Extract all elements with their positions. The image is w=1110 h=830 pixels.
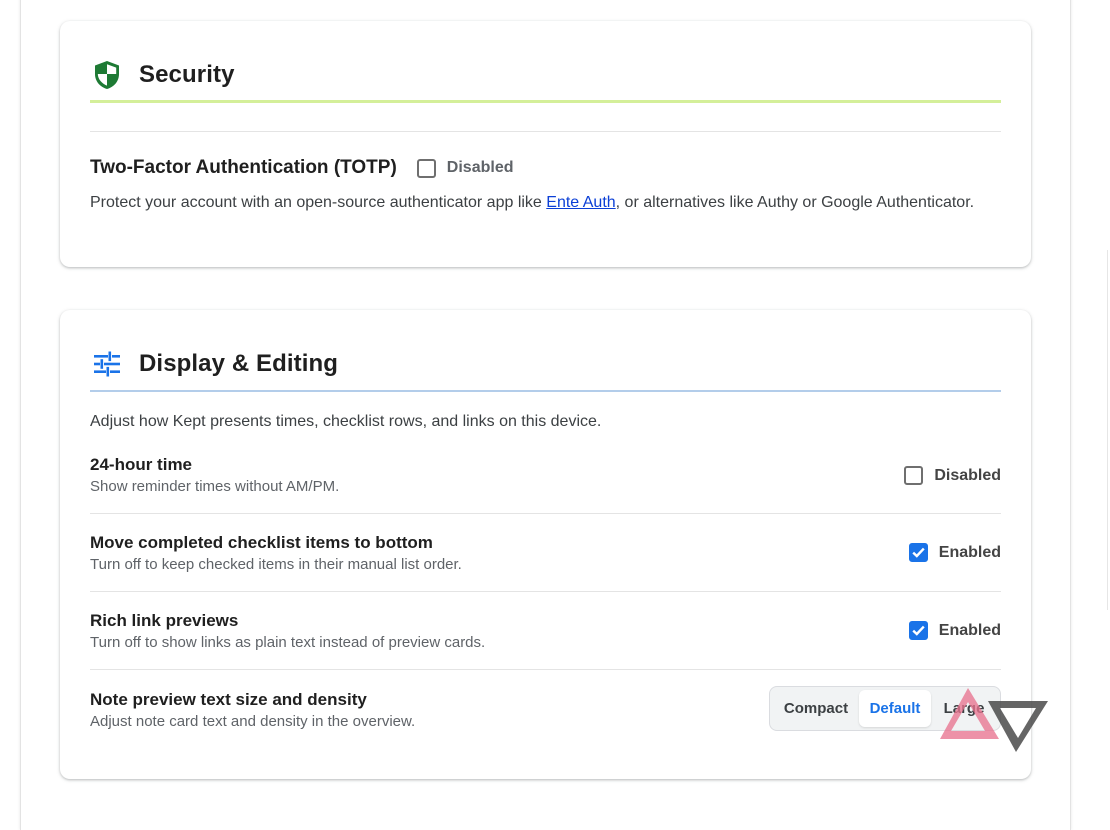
ente-auth-link[interactable]: Ente Auth [546, 194, 615, 211]
setting-24-hour-time: 24-hour time Show reminder times without… [90, 436, 1001, 514]
display-editing-card: Display & Editing Adjust how Kept presen… [60, 310, 1031, 779]
scroll-edge [1107, 250, 1108, 610]
security-header: Security [90, 49, 1001, 103]
state-label: Enabled [938, 543, 1001, 561]
divider [90, 131, 1001, 132]
setting-note-density: Note preview text size and density Adjus… [90, 670, 1001, 748]
setting-subtitle: Adjust note card text and density in the… [90, 713, 416, 730]
rich-link-previews-checkbox[interactable] [908, 621, 928, 640]
move-completed-checkbox[interactable] [908, 543, 928, 562]
totp-row: Two-Factor Authentication (TOTP) Disable… [90, 157, 513, 179]
tune-sliders-icon [90, 347, 124, 381]
24-hour-time-checkbox[interactable] [904, 466, 924, 485]
setting-control: Enabled [908, 543, 1001, 562]
setting-control: Disabled [904, 466, 1001, 485]
setting-title: Rich link previews [90, 611, 239, 630]
state-label: Enabled [938, 621, 1001, 639]
setting-subtitle: Show reminder times without AM/PM. [90, 478, 340, 495]
shield-icon [90, 58, 124, 92]
setting-subtitle: Turn off to keep checked items in their … [90, 556, 462, 573]
setting-title: Move completed checklist items to bottom [90, 533, 433, 552]
totp-desc-text: Protect your account with an open-source… [90, 194, 547, 211]
totp-title: Two-Factor Authentication (TOTP) [90, 157, 397, 178]
density-option-large[interactable]: Large [931, 690, 997, 727]
totp-description: Protect your account with an open-source… [90, 194, 974, 212]
setting-title: 24-hour time [90, 455, 193, 474]
density-option-compact[interactable]: Compact [773, 690, 859, 727]
density-segmented-control: Compact Default Large [769, 686, 1001, 731]
setting-subtitle: Turn off to show links as plain text ins… [90, 634, 486, 651]
totp-desc-text-end: , or alternatives like Authy or Google A… [615, 194, 975, 211]
setting-control: Enabled [908, 621, 1001, 640]
security-card: Security Two-Factor Authentication (TOTP… [60, 21, 1031, 267]
display-title: Display & Editing [139, 350, 339, 377]
totp-state-label: Disabled [446, 159, 514, 176]
setting-move-completed: Move completed checklist items to bottom… [90, 514, 1001, 592]
display-header: Display & Editing [90, 338, 1001, 392]
setting-rich-link-previews: Rich link previews Turn off to show link… [90, 592, 1001, 670]
setting-title: Note preview text size and density [90, 690, 367, 709]
state-label: Disabled [934, 466, 1001, 484]
totp-checkbox[interactable] [416, 158, 436, 178]
density-option-default[interactable]: Default [859, 690, 931, 727]
display-intro: Adjust how Kept presents times, checklis… [90, 413, 602, 430]
security-title: Security [139, 60, 235, 88]
